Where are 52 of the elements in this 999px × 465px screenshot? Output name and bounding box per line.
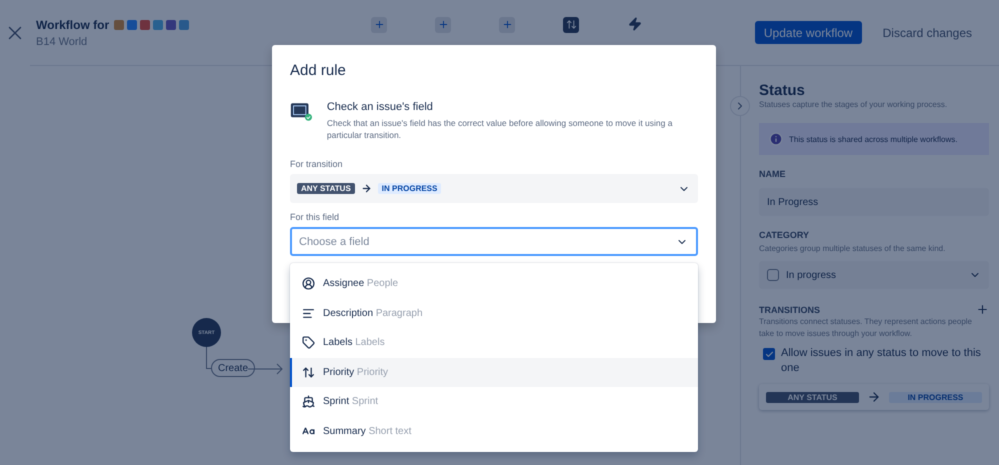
rule-icon	[290, 101, 313, 123]
plus-icon[interactable]	[435, 16, 451, 32]
rule-title: Check an issue's field	[326, 101, 434, 113]
field-type-icon	[302, 395, 315, 408]
field-option[interactable]: Summary Short text	[290, 416, 698, 446]
transitions-label: TRANSITIONS	[759, 304, 820, 314]
status-lozenge: IN PROGRESS	[378, 183, 442, 194]
rule-description: Check that an issue's field has the correct value before allowing someone to move it using a particular transition.	[326, 117, 674, 141]
plus-icon[interactable]	[499, 16, 515, 32]
field-label: For this field	[290, 212, 340, 222]
transition-select[interactable]: ANY STATUS IN PROGRESS	[290, 174, 698, 203]
category-hint: Categories group multiple statuses of the same kind.	[759, 243, 946, 255]
arrow-icon	[867, 390, 881, 404]
collapse-button[interactable]	[730, 96, 750, 116]
transition-label: For transition	[290, 159, 344, 169]
checkbox-label: Allow issues in any status to move to this one	[781, 346, 982, 376]
status-lozenge: IN PROGRESS	[889, 392, 982, 402]
transitions-hint: Transitions connect statuses. They represent actions people take to move issues through your workflow.	[759, 316, 974, 340]
modal-title: Add rule	[290, 62, 347, 79]
field-type-icon	[302, 336, 315, 350]
checkbox[interactable]	[763, 348, 775, 360]
check-icon	[764, 350, 774, 358]
field-option[interactable]: Description Paragraph	[290, 298, 698, 328]
project-name: B14 World	[36, 36, 88, 48]
category-label: CATEGORY	[759, 230, 810, 240]
plus-icon[interactable]	[371, 16, 387, 32]
field-type-icon	[302, 306, 315, 320]
field-option[interactable]: Labels Labels	[290, 328, 698, 358]
field-select[interactable]: Choose a field	[290, 227, 698, 256]
category-value: In progress	[786, 270, 836, 280]
info-text: This status is shared across multiple workflows.	[789, 134, 958, 144]
arrow-icon	[360, 183, 372, 194]
lightning-icon[interactable]	[628, 16, 642, 30]
category-select[interactable]: In progress	[759, 261, 989, 289]
field-type-icon	[302, 277, 315, 290]
workflow-title: Workflow for	[36, 18, 110, 32]
transition-icon[interactable]	[563, 16, 579, 32]
field-option[interactable]: Assignee People	[290, 269, 698, 298]
status-lozenge: ANY STATUS	[297, 183, 355, 194]
name-label: NAME	[759, 169, 786, 179]
panel-subtitle: Statuses capture the stages of your working process.	[759, 99, 948, 111]
arrow-icon	[248, 363, 284, 375]
status-lozenge: ANY STATUS	[766, 392, 859, 402]
info-icon	[769, 132, 783, 146]
name-field[interactable]: In Progress	[759, 188, 989, 216]
category-swatch	[767, 269, 779, 281]
transition-label: Create	[211, 359, 256, 377]
panel-title: Status	[759, 82, 806, 99]
field-option[interactable]: Priority Priority	[290, 358, 698, 387]
field-type-icon	[302, 366, 315, 379]
add-icon[interactable]	[976, 303, 989, 316]
field-option[interactable]: Sprint Sprint	[290, 387, 698, 416]
